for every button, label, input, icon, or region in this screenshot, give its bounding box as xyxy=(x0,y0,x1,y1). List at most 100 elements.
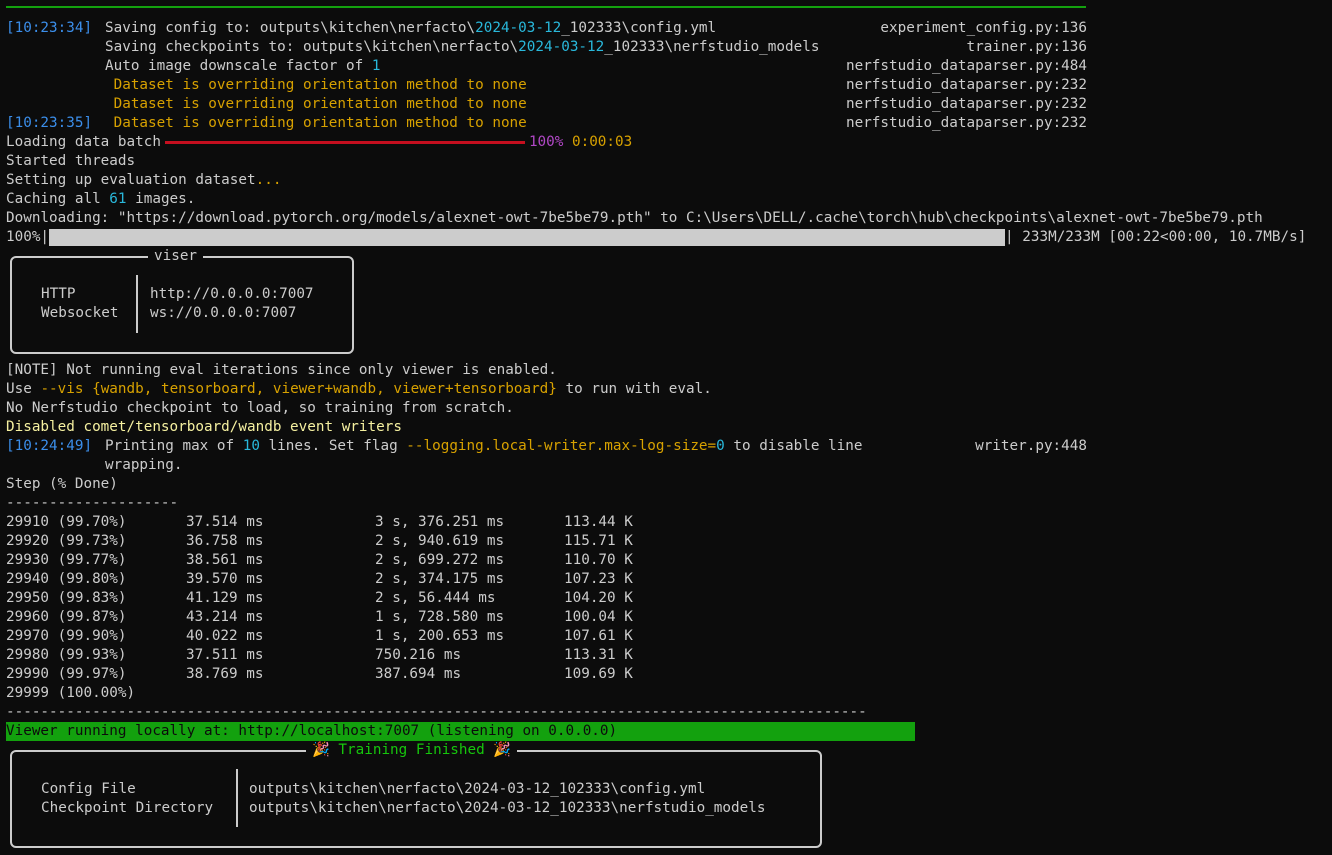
printing-zero: 0 xyxy=(716,438,725,454)
table-cell-t1: 38.769 ms xyxy=(186,666,264,682)
loading-line: Loading data batch 100% 0:00:03 xyxy=(6,133,632,152)
log-message-part: Auto image downscale factor of xyxy=(105,58,372,74)
printing-n: 10 xyxy=(242,438,260,454)
log-message-part: _102333\config.yml xyxy=(561,20,717,36)
table-cell-r: 104.20 K xyxy=(564,590,633,606)
table-cell-t2: 2 s, 56.444 ms xyxy=(375,590,496,606)
printing-a: Printing max of xyxy=(105,438,243,454)
checkpoint-dir-path[interactable]: outputs\kitchen\nerfacto\2024-03-12_1023… xyxy=(249,799,765,818)
log-message: Saving checkpoints to: outputs\kitchen\n… xyxy=(105,38,819,57)
ellipsis: ... xyxy=(255,172,282,188)
table-cell-step: 29910 (99.70%) xyxy=(6,514,127,530)
websocket-label: Websocket xyxy=(41,305,119,321)
table-cell-t2: 2 s, 374.175 ms xyxy=(375,571,505,587)
table-cell-step: 29990 (99.97%) xyxy=(6,666,127,682)
log-message: Dataset is overriding orientation method… xyxy=(105,95,527,114)
table-cell-t2: 750.216 ms xyxy=(375,647,462,663)
table-divider: ----------------------------------------… xyxy=(6,704,867,720)
config-file-path[interactable]: outputs\kitchen\nerfacto\2024-03-12_1023… xyxy=(249,780,705,799)
training-finished-panel: Config File outputs\kitchen\nerfacto\202… xyxy=(10,750,822,848)
table-cell-step: 29960 (99.87%) xyxy=(6,609,127,625)
use-suffix: to run with eval. xyxy=(556,381,712,397)
table-cell-t1: 37.514 ms xyxy=(186,514,264,530)
log-source: trainer.py:136 xyxy=(966,39,1087,55)
loading-progress-bar xyxy=(164,140,525,144)
table-header: Step (% Done) xyxy=(6,476,118,492)
log-message: Auto image downscale factor of 1 xyxy=(105,57,380,76)
log-message-part: 2024-03-12 xyxy=(475,20,562,36)
download-stats: | 233M/233M [00:22<00:00, 10.7MB/s] xyxy=(1005,229,1307,245)
viser-title: viser xyxy=(148,247,204,266)
caching-text: Caching all xyxy=(6,191,110,207)
vis-close: } xyxy=(548,381,557,397)
table-cell-step: 29940 (99.80%) xyxy=(6,571,127,587)
log-message-part: Dataset is overriding orientation method… xyxy=(105,115,527,131)
table-cell-r: 107.61 K xyxy=(564,628,633,644)
started-threads: Started threads xyxy=(6,153,136,169)
viewer-running-banner[interactable]: Viewer running locally at: http://localh… xyxy=(6,722,915,741)
note-line: [NOTE] Not running eval iterations since… xyxy=(6,362,557,378)
log-message: Saving config to: outputs\kitchen\nerfac… xyxy=(105,19,716,38)
download-progress-line: 100%| | 233M/233M [00:22<00:00, 10.7MB/s] xyxy=(6,228,1306,247)
log-message-part: Dataset is overriding orientation method… xyxy=(105,77,527,93)
viser-panel: HTTP http://0.0.0.0:7007 Websocket ws://… xyxy=(10,256,354,354)
eval-dataset-line: Setting up evaluation dataset... xyxy=(6,171,281,190)
checkpoint-dir-label: Checkpoint Directory xyxy=(41,800,214,816)
table-cell-t2: 3 s, 376.251 ms xyxy=(375,514,505,530)
table-cell-t1: 36.758 ms xyxy=(186,533,264,549)
printing-source: writer.py:448 xyxy=(975,438,1087,454)
table-cell-step: 29920 (99.73%) xyxy=(6,533,127,549)
log-source: nerfstudio_dataparser.py:232 xyxy=(845,77,1087,93)
log-source: experiment_config.py:136 xyxy=(880,20,1087,36)
printing-b: lines. Set flag xyxy=(259,438,407,454)
disabled-writers-line: Disabled comet/tensorboard/wandb event w… xyxy=(6,419,402,435)
vis-open: { xyxy=(83,381,101,397)
loading-time: 0:00:03 xyxy=(571,134,633,150)
http-label: HTTP xyxy=(41,286,76,302)
table-cell-r: 113.31 K xyxy=(564,647,633,663)
websocket-url[interactable]: ws://0.0.0.0:7007 xyxy=(150,304,296,323)
loading-percent: 100% xyxy=(528,134,564,150)
printing-wrap: wrapping. xyxy=(105,457,183,473)
log-timestamp: [10:23:34] xyxy=(6,20,93,36)
log-source: nerfstudio_dataparser.py:232 xyxy=(845,96,1087,112)
cache-suffix: images. xyxy=(126,191,196,207)
log-message: Dataset is overriding orientation method… xyxy=(105,76,527,95)
finished-divider xyxy=(236,769,238,827)
no-checkpoint-line: No Nerfstudio checkpoint to load, so tra… xyxy=(6,400,514,416)
table-cell-step: 29930 (99.77%) xyxy=(6,552,127,568)
caching-line: Caching all 61 images. xyxy=(6,190,195,209)
table-cell-step: 29950 (99.83%) xyxy=(6,590,127,606)
table-cell-t1: 38.561 ms xyxy=(186,552,264,568)
top-rule xyxy=(6,6,1086,8)
http-url[interactable]: http://0.0.0.0:7007 xyxy=(150,285,314,304)
table-cell-t1: 39.570 ms xyxy=(186,571,264,587)
eval-dataset-text: Setting up evaluation dataset xyxy=(6,172,256,188)
printing-timestamp: [10:24:49] xyxy=(6,438,93,454)
log-source: nerfstudio_dataparser.py:484 xyxy=(845,58,1087,74)
download-percent: 100%| xyxy=(6,229,50,245)
table-cell-t2: 387.694 ms xyxy=(375,666,462,682)
log-message-part: 1 xyxy=(371,58,381,74)
downloading-line: Downloading: "https://download.pytorch.o… xyxy=(6,210,1263,226)
last-step: 29999 (100.00%) xyxy=(6,685,136,701)
log-message-part: Saving checkpoints to: outputs\kitchen\n… xyxy=(105,39,519,55)
log-source: nerfstudio_dataparser.py:232 xyxy=(845,115,1087,131)
table-cell-t1: 37.511 ms xyxy=(186,647,264,663)
training-finished-title: 🎉 Training Finished 🎉 xyxy=(306,741,518,760)
table-cell-t1: 40.022 ms xyxy=(186,628,264,644)
table-cell-t2: 2 s, 940.619 ms xyxy=(375,533,505,549)
use-prefix: Use xyxy=(6,381,41,397)
log-message-part: 2024-03-12 xyxy=(518,39,605,55)
log-message-part: Saving config to: outputs\kitchen\nerfac… xyxy=(105,20,476,36)
log-message-part: Dataset is overriding orientation method… xyxy=(105,96,527,112)
log-message: Dataset is overriding orientation method… xyxy=(105,114,527,133)
use-vis-line: Use --vis {wandb, tensorboard, viewer+wa… xyxy=(6,380,712,399)
table-cell-r: 107.23 K xyxy=(564,571,633,587)
table-underline: -------------------- xyxy=(6,495,179,511)
table-cell-r: 109.69 K xyxy=(564,666,633,682)
log-timestamp: [10:23:35] xyxy=(6,115,93,131)
table-cell-t2: 2 s, 699.272 ms xyxy=(375,552,505,568)
table-cell-r: 115.71 K xyxy=(564,533,633,549)
printing-flag: --logging.local-writer.max-log-size= xyxy=(406,438,717,454)
